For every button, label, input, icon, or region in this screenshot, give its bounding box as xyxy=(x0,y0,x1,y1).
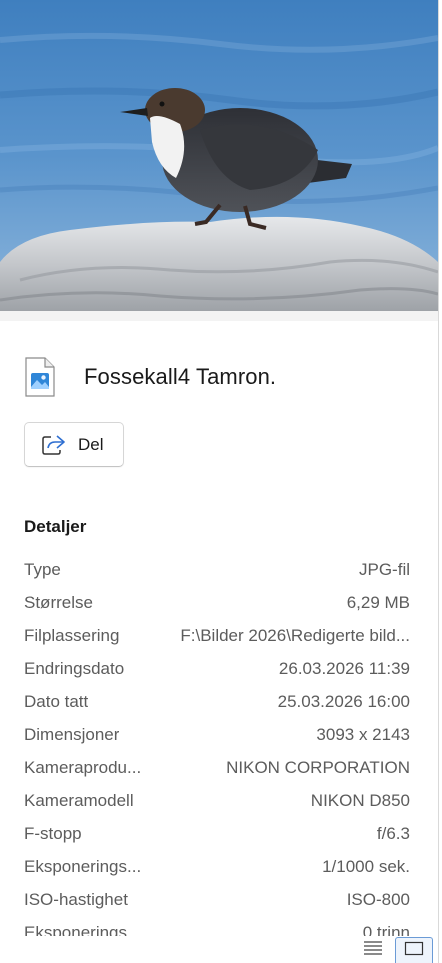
detail-key: F-stopp xyxy=(24,823,82,843)
share-icon xyxy=(41,433,67,457)
detail-row-location: Filplassering F:\Bilder 2026\Redigerte b… xyxy=(24,619,410,652)
detail-value: 1/1000 sek. xyxy=(322,856,410,876)
detail-value: 3093 x 2143 xyxy=(316,724,410,744)
details-view-icon xyxy=(363,940,383,961)
detail-key: Dimensjoner xyxy=(24,724,120,744)
detail-row-camera-model: Kameramodell NIKON D850 xyxy=(24,784,410,817)
details-view-button[interactable] xyxy=(358,937,388,963)
detail-row-camera-maker: Kameraprodu... NIKON CORPORATION xyxy=(24,751,410,784)
detail-row-size: Størrelse 6,29 MB xyxy=(24,586,410,619)
detail-value: JPG-fil xyxy=(359,559,410,579)
detail-value: 6,29 MB xyxy=(346,592,410,612)
detail-row-exposure-bias: Eksponerings... 0 trinn xyxy=(24,916,410,937)
details-heading: Detaljer xyxy=(24,517,87,536)
detail-row-f-stop: F-stopp f/6.3 xyxy=(24,817,410,850)
detail-key: Endringsdato xyxy=(24,658,125,678)
detail-key: Kameraprodu... xyxy=(24,757,142,777)
detail-value: 25.03.2026 16:00 xyxy=(277,691,410,711)
detail-row-type: Type JPG-fil xyxy=(24,553,410,586)
detail-key: ISO-hastighet xyxy=(24,889,128,909)
detail-value: f/6.3 xyxy=(376,823,410,843)
detail-key: Størrelse xyxy=(24,592,93,612)
detail-row-dimensions: Dimensjoner 3093 x 2143 xyxy=(24,718,410,751)
detail-value: ISO-800 xyxy=(346,889,410,909)
pane-divider[interactable] xyxy=(438,0,439,963)
detail-row-exposure-time: Eksponerings... 1/1000 sek. xyxy=(24,850,410,883)
details-pane: Fossekall4 Tamron. Del Detaljer Type JPG… xyxy=(0,0,442,963)
detail-key: Eksponerings... xyxy=(24,922,142,937)
detail-row-iso: ISO-hastighet ISO-800 xyxy=(24,883,410,916)
detail-value-location-link[interactable]: F:\Bilder 2026\Redigerte bild... xyxy=(119,626,410,646)
tiles-view-icon xyxy=(404,940,424,961)
detail-row-date-taken: Dato tatt 25.03.2026 16:00 xyxy=(24,685,410,718)
file-name: Fossekall4 Tamron. xyxy=(84,364,277,389)
share-button-label: Del xyxy=(78,434,104,454)
detail-value: NIKON D850 xyxy=(310,790,410,810)
photo-preview xyxy=(0,0,438,311)
image-file-icon xyxy=(24,355,64,399)
detail-row-modified: Endringsdato 26.03.2026 11:39 xyxy=(24,652,410,685)
detail-value: 26.03.2026 11:39 xyxy=(278,658,410,678)
detail-key: Dato tatt xyxy=(24,691,89,711)
detail-key: Type xyxy=(24,559,61,579)
file-header: Fossekall4 Tamron. xyxy=(24,355,276,399)
preview-divider xyxy=(0,311,438,321)
image-preview[interactable] xyxy=(0,0,438,311)
detail-key: Filplassering xyxy=(24,625,120,645)
details-list: Type JPG-fil Størrelse 6,29 MB Filplasse… xyxy=(24,553,410,937)
tiles-view-button[interactable] xyxy=(395,937,433,963)
detail-value: 0 trinn xyxy=(362,922,410,937)
detail-key: Kameramodell xyxy=(24,790,134,810)
share-button[interactable]: Del xyxy=(24,422,124,467)
detail-key: Eksponerings... xyxy=(24,856,142,876)
detail-value: NIKON CORPORATION xyxy=(226,757,410,777)
